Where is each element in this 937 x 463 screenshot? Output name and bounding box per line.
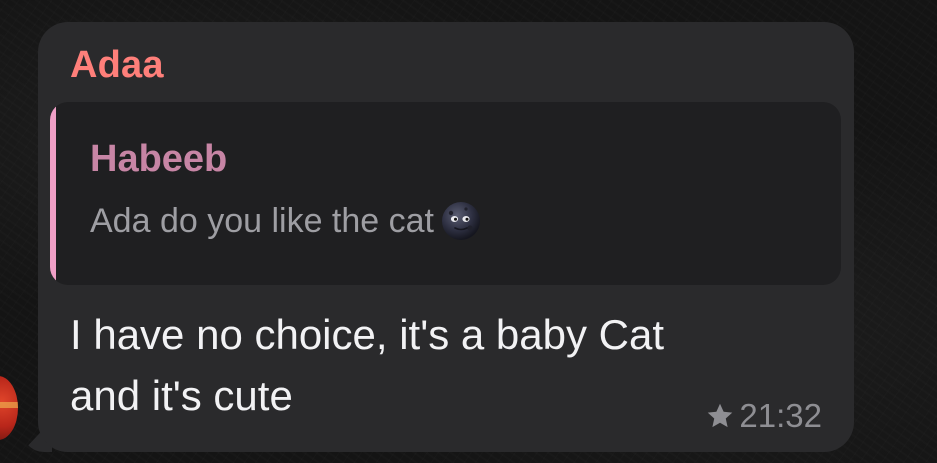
sender-avatar[interactable] xyxy=(0,376,18,440)
star-icon xyxy=(708,403,733,428)
reply-preview: Ada do you like the cat xyxy=(90,198,482,244)
new-moon-face-emoji-icon xyxy=(442,202,481,240)
message-meta: 21:32 xyxy=(705,396,822,436)
message-line: I have no choice, it's a baby Cat xyxy=(70,311,665,358)
reply-author: Habeeb xyxy=(90,138,228,180)
avatar-decoration xyxy=(0,402,18,408)
reply-text: Ada do you like the cat xyxy=(90,202,435,240)
message-line: and it's cute xyxy=(70,372,293,419)
message-text[interactable]: I have no choice, it's a baby Cat and it… xyxy=(70,304,810,426)
message-bubble[interactable]: Adaa Habeeb Ada do you like the cat I ha… xyxy=(38,22,854,452)
message-time: 21:32 xyxy=(739,397,822,434)
reply-quote[interactable]: Habeeb Ada do you like the cat xyxy=(50,102,841,285)
reply-accent-bar xyxy=(50,102,56,285)
sender-name[interactable]: Adaa xyxy=(70,42,164,88)
